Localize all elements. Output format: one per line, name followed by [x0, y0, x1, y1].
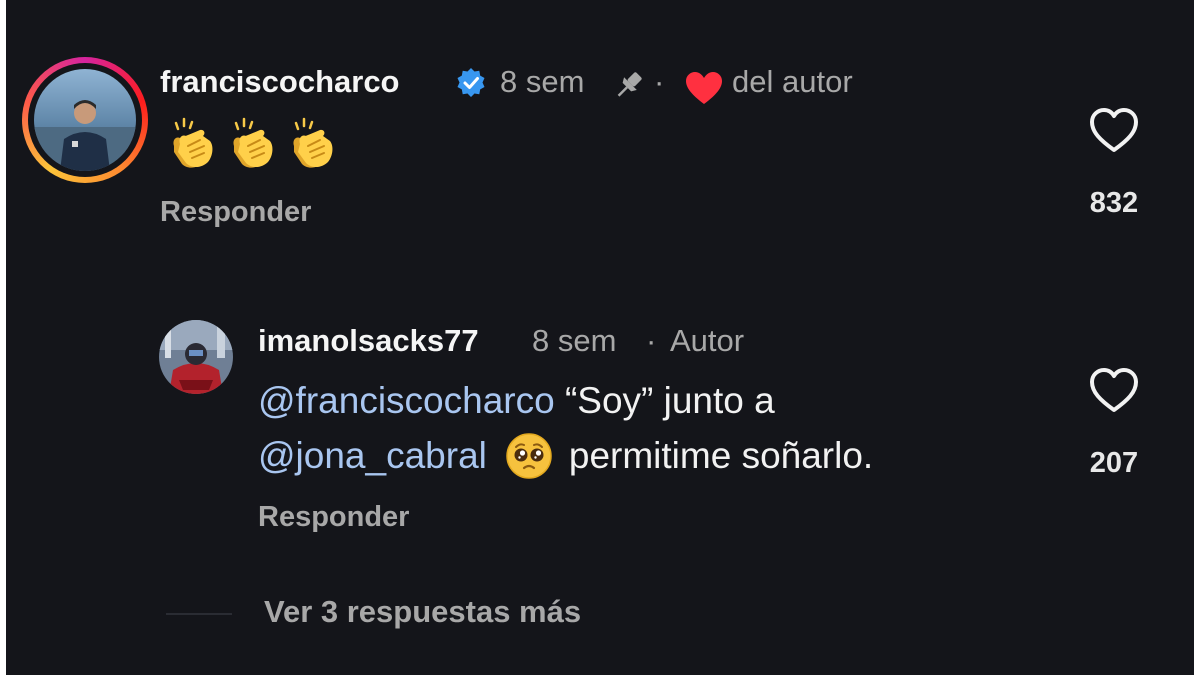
pleading-face-icon — [505, 432, 553, 480]
username[interactable]: imanolsacks77 — [258, 323, 479, 359]
author-label: Autor — [670, 323, 745, 358]
thread-divider — [166, 613, 232, 615]
mention-link[interactable]: @franciscocharco — [258, 380, 555, 421]
liked-by-author-label: del autor — [732, 64, 853, 99]
comment-body-line: @jona_cabral permitime soñarlo. — [258, 432, 873, 480]
separator-dot: · — [646, 323, 657, 358]
clapping-hands-icon — [166, 116, 218, 172]
reply-button[interactable]: Responder — [160, 196, 311, 229]
timestamp: 8 sem — [500, 64, 585, 99]
like-count: 207 — [1089, 447, 1139, 479]
clapping-hands-icon — [286, 116, 338, 172]
comments-panel: franciscocharco 8 sem · del autor Respon… — [6, 0, 1194, 675]
avatar[interactable] — [34, 69, 136, 171]
heart-outline-icon[interactable] — [1087, 365, 1141, 415]
heart-outline-icon[interactable] — [1087, 105, 1141, 155]
avatar[interactable] — [159, 320, 233, 394]
comment-body-line: @franciscocharco “Soy” junto a — [258, 380, 775, 422]
view-more-replies-button[interactable]: Ver 3 respuestas más — [264, 594, 581, 630]
heart-filled-icon — [684, 70, 724, 106]
username[interactable]: franciscocharco — [160, 64, 400, 100]
reply-button[interactable]: Responder — [258, 501, 409, 534]
separator-dot: · — [654, 64, 665, 99]
comment-text: “Soy” junto a — [554, 380, 775, 421]
pin-icon — [612, 68, 646, 102]
comment-text: permitime soñarlo. — [568, 435, 874, 476]
comment-body — [166, 116, 338, 172]
like-count: 832 — [1089, 187, 1139, 219]
timestamp: 8 sem — [532, 323, 617, 358]
verified-badge-icon — [455, 67, 487, 99]
clapping-hands-icon — [226, 116, 278, 172]
mention-link[interactable]: @jona_cabral — [258, 435, 487, 477]
